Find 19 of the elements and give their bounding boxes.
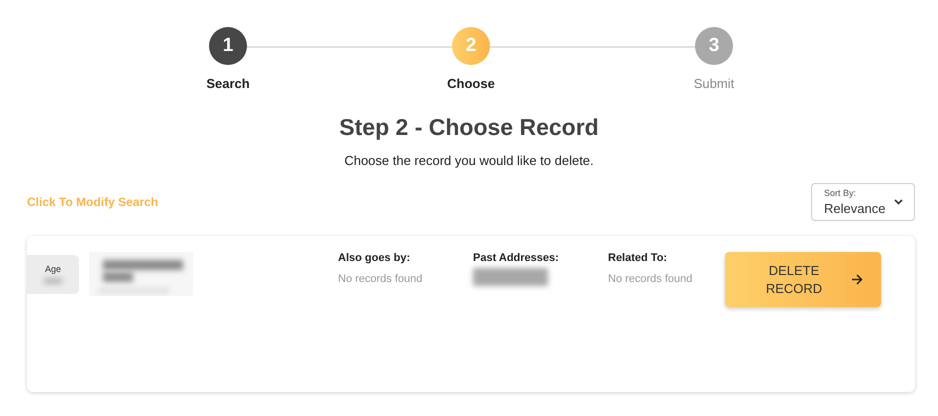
- age-label: Age: [44, 264, 61, 274]
- sort-dropdown[interactable]: Sort By: Relevance: [811, 183, 915, 221]
- arrow-right-icon: [851, 274, 863, 285]
- blurred-block: [44, 278, 62, 284]
- column-value: No records found: [338, 273, 424, 285]
- instruction-text: Choose the record you would like to delete.: [343, 153, 595, 168]
- delete-record-button[interactable]: DELETE RECORD: [725, 252, 881, 307]
- column-label: Also goes by:: [338, 252, 412, 264]
- column-value: No records found: [608, 273, 694, 285]
- step-label: Search: [206, 76, 250, 91]
- chevron-down-icon: [894, 199, 903, 205]
- step-label: Submit: [694, 76, 734, 91]
- column-label: Related To:: [608, 252, 668, 264]
- column-label: Past Addresses:: [473, 252, 560, 264]
- step-circle: 3: [695, 27, 733, 65]
- step-circle: 1: [209, 27, 247, 65]
- step-circle: 2: [452, 27, 490, 65]
- page-heading: Step 2 - Choose Record: [338, 114, 600, 141]
- step-label: Choose: [447, 76, 495, 91]
